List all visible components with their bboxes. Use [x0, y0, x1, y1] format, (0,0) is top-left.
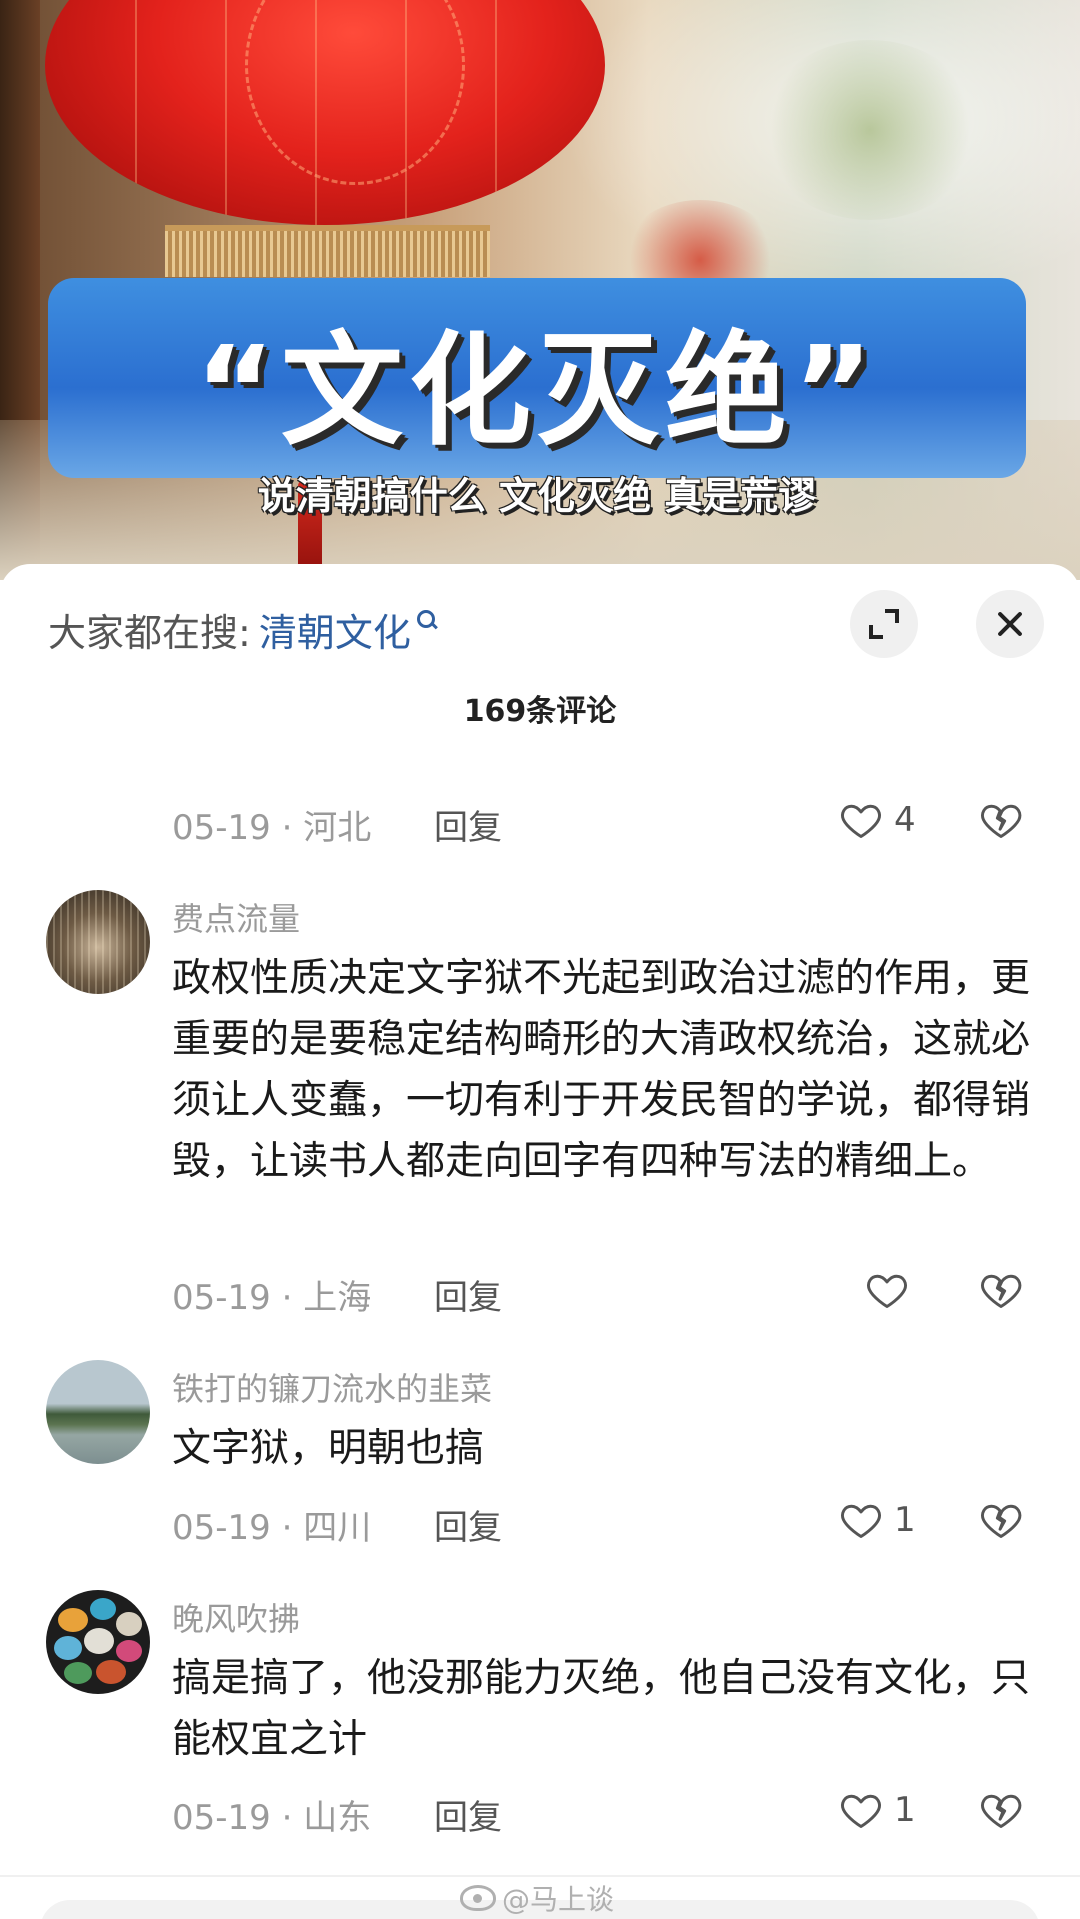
search-icon[interactable] [416, 610, 439, 632]
close-icon [996, 610, 1024, 638]
comment-date-location: 05-19 · 上海 [172, 1278, 372, 1318]
comment-meta: 05-19 · 山东 回复 1 [172, 1786, 1032, 1839]
broken-heart-icon[interactable] [978, 798, 1024, 842]
like-count: 4 [894, 800, 916, 840]
reply-button[interactable]: 回复 [434, 1270, 502, 1319]
comment-username[interactable]: 晚风吹拂 [172, 1594, 300, 1640]
weibo-icon [460, 1885, 496, 1911]
background-blur [760, 40, 980, 220]
watermark: @马上谈 [460, 1878, 614, 1918]
reply-button[interactable]: 回复 [434, 1500, 502, 1549]
video-title-card: “文化灭绝” [48, 278, 1026, 478]
broken-heart-icon[interactable] [978, 1268, 1024, 1312]
comment-username[interactable]: 费点流量 [172, 894, 300, 940]
heart-icon[interactable] [838, 798, 884, 842]
comment-meta: 05-19 · 四川 回复 1 [172, 1496, 1032, 1549]
broken-heart-icon[interactable] [978, 1788, 1024, 1832]
avatar[interactable] [46, 1590, 150, 1694]
comment-text: 文字狱，明朝也搞 [172, 1426, 485, 1471]
comment-date-location: 05-19 · 河北 [172, 808, 372, 848]
comment-text: 政权性质决定文字狱不光起到政治过滤的作用，更重要的是要稳定结构畸形的大清政权统治… [172, 956, 1031, 1184]
like-count: 1 [894, 1790, 916, 1830]
video-banner[interactable]: “文化灭绝” 说清朝搞什么 文化灭绝 真是荒谬 [0, 0, 1080, 580]
trending-search: 大家都在搜: 清朝文化 [48, 602, 439, 657]
reply-button[interactable]: 回复 [434, 800, 502, 849]
comment-meta: 05-19 · 上海 回复 [172, 1266, 1032, 1319]
trending-search-link[interactable]: 清朝文化 [259, 602, 411, 657]
comment-count: 169条评论 [463, 694, 617, 729]
video-title: “文化灭绝” [194, 320, 880, 462]
comment-meta: 05-19 · 河北 回复 4 [172, 796, 1032, 849]
comment-username[interactable]: 铁打的镰刀流水的韭菜 [172, 1364, 492, 1410]
lantern-fringe [165, 225, 490, 277]
close-button[interactable] [976, 590, 1044, 658]
heart-icon[interactable] [838, 1498, 884, 1542]
trending-search-label: 大家都在搜: [48, 610, 251, 655]
comment-date-location: 05-19 · 山东 [172, 1798, 372, 1838]
broken-heart-icon[interactable] [978, 1498, 1024, 1542]
comment-sheet: 大家都在搜: 清朝文化 169条评论 05-19 · 河北 回复 4 费点流量 … [0, 564, 1080, 1919]
watermark-text: @马上谈 [502, 1883, 615, 1916]
avatar[interactable] [46, 890, 150, 994]
expand-button[interactable] [850, 590, 918, 658]
expand-icon [869, 609, 899, 639]
divider [0, 1875, 1080, 1877]
like-count: 1 [894, 1500, 916, 1540]
red-lantern-image [45, 0, 605, 225]
video-subtitle: 说清朝搞什么 文化灭绝 真是荒谬 [257, 474, 817, 518]
comment-date-location: 05-19 · 四川 [172, 1508, 372, 1548]
heart-icon[interactable] [864, 1268, 910, 1312]
comment-text: 搞是搞了，他没那能力灭绝，他自己没有文化，只能权宜之计 [172, 1656, 1031, 1762]
avatar[interactable] [46, 1360, 150, 1464]
heart-icon[interactable] [838, 1788, 884, 1832]
reply-button[interactable]: 回复 [434, 1790, 502, 1839]
